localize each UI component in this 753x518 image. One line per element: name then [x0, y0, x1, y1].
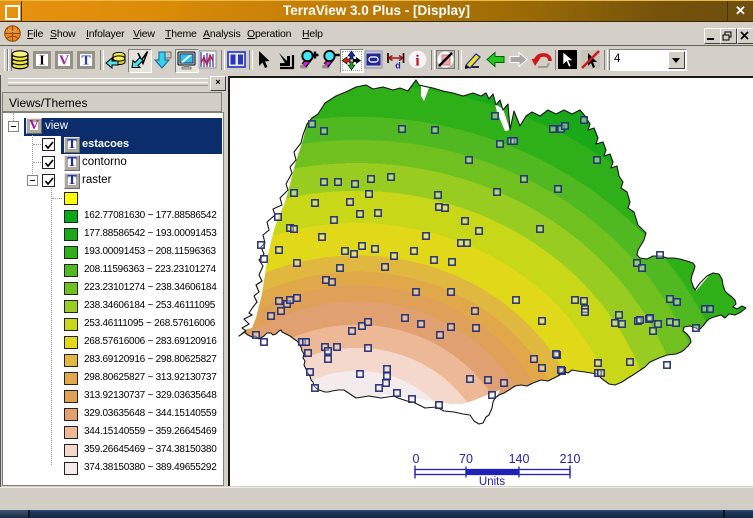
svg-text:i: i	[415, 53, 420, 70]
svg-text:0: 0	[413, 452, 420, 466]
svg-text:140: 140	[509, 452, 530, 466]
svg-text:Units: Units	[479, 476, 505, 487]
svg-text:I: I	[39, 54, 44, 69]
svg-text:V: V	[59, 54, 69, 69]
svg-text:d: d	[395, 61, 401, 71]
svg-text:T: T	[81, 54, 91, 69]
svg-text:210: 210	[560, 452, 581, 466]
svg-text:70: 70	[459, 452, 473, 466]
